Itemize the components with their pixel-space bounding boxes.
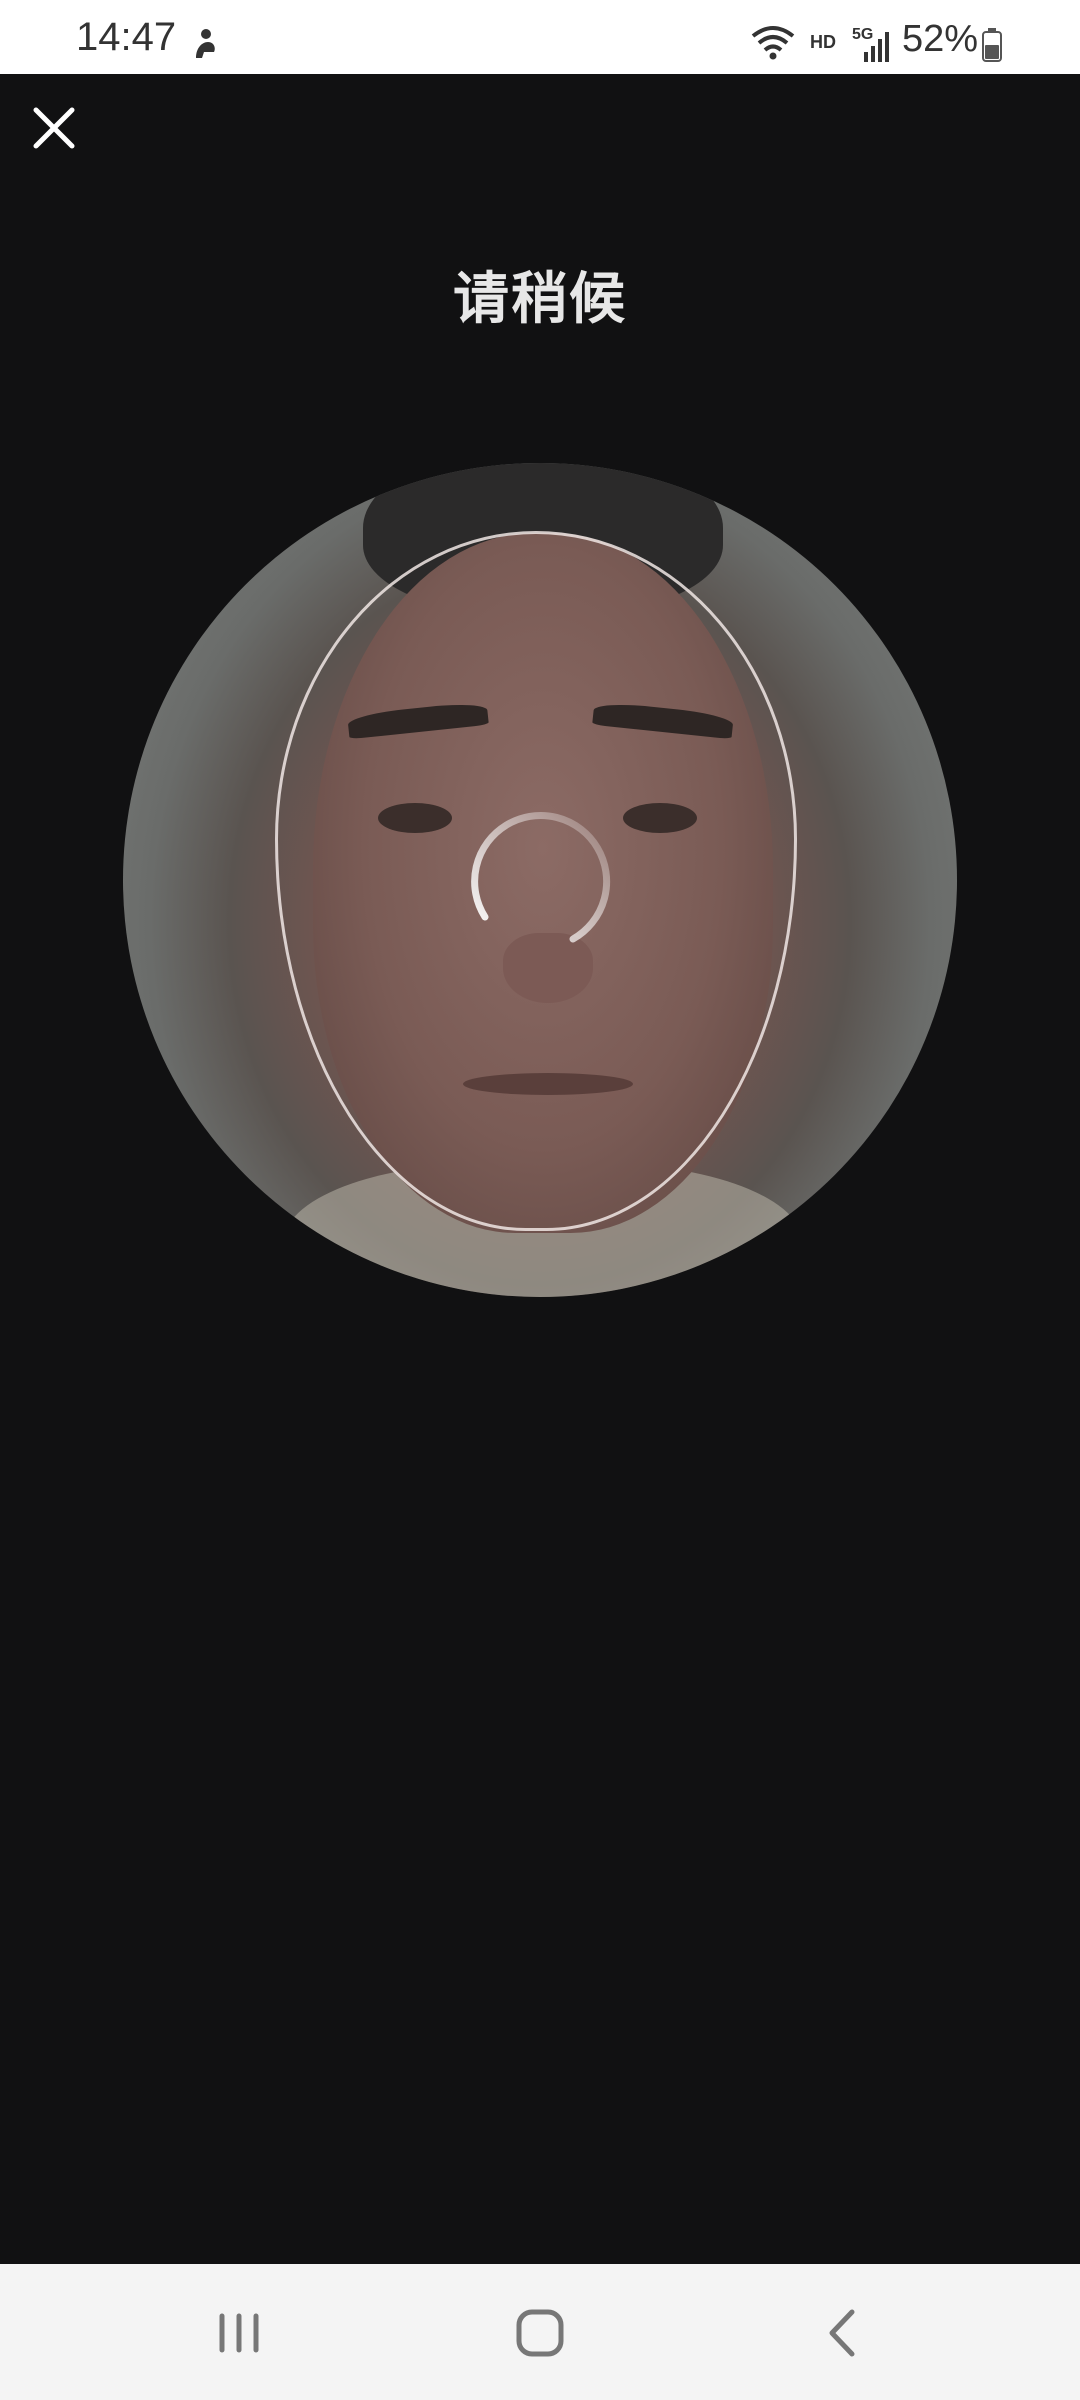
battery-icon — [982, 28, 1002, 62]
home-button[interactable] — [505, 2298, 575, 2368]
camera-preview — [123, 463, 957, 1297]
loading-spinner-icon — [471, 811, 611, 943]
close-icon — [33, 107, 75, 149]
recent-apps-icon — [219, 2313, 259, 2353]
home-icon — [516, 2309, 564, 2357]
notification-figure-icon — [196, 29, 215, 58]
status-bar: 14:47 HD 5G 52% — [0, 0, 1080, 74]
hd-label: HD — [810, 32, 836, 52]
recent-apps-button[interactable] — [204, 2298, 274, 2368]
status-time: 14:47 — [76, 15, 177, 59]
battery-percent: 52% — [902, 18, 979, 60]
signal-strength-icon — [864, 32, 889, 62]
close-button[interactable] — [28, 102, 80, 154]
wifi-icon — [751, 26, 795, 60]
navigation-bar — [0, 2264, 1080, 2400]
back-button[interactable] — [808, 2298, 878, 2368]
back-icon — [829, 2309, 855, 2357]
page-title: 请稍候 — [453, 267, 627, 332]
